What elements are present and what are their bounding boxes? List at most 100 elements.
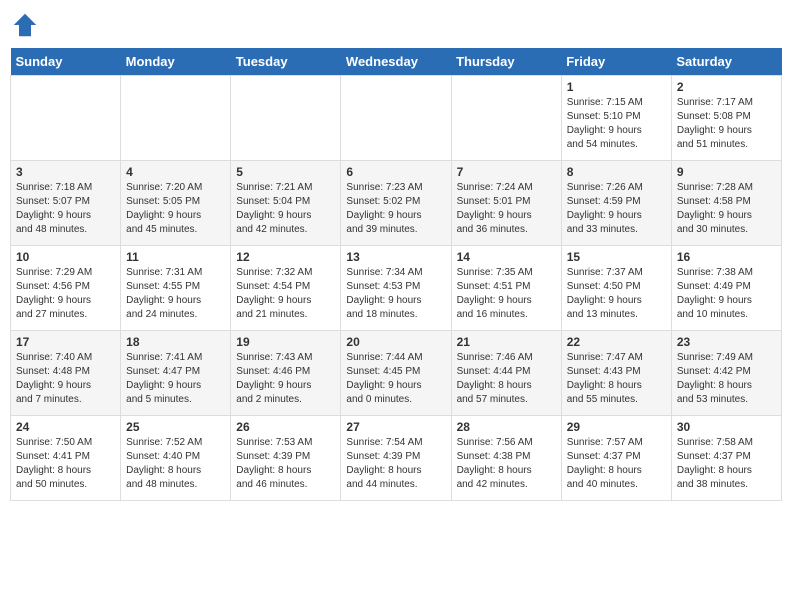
day-number: 9 <box>677 165 776 179</box>
calendar-table: SundayMondayTuesdayWednesdayThursdayFrid… <box>10 48 782 501</box>
day-info: Sunrise: 7:54 AM Sunset: 4:39 PM Dayligh… <box>346 436 445 492</box>
calendar-cell <box>231 76 341 161</box>
calendar-cell: 6 Sunrise: 7:23 AM Sunset: 5:02 PM Daylig… <box>341 161 451 246</box>
day-number: 13 <box>346 250 445 264</box>
day-number: 8 <box>567 165 666 179</box>
day-number: 21 <box>457 335 556 349</box>
column-header-wednesday: Wednesday <box>341 48 451 76</box>
day-info: Sunrise: 7:34 AM Sunset: 4:53 PM Dayligh… <box>346 266 445 322</box>
week-row-4: 17 Sunrise: 7:40 AM Sunset: 4:48 PM Dayli… <box>11 331 782 416</box>
day-info: Sunrise: 7:32 AM Sunset: 4:54 PM Dayligh… <box>236 266 335 322</box>
calendar-cell: 17 Sunrise: 7:40 AM Sunset: 4:48 PM Dayli… <box>11 331 121 416</box>
day-number: 23 <box>677 335 776 349</box>
day-info: Sunrise: 7:31 AM Sunset: 4:55 PM Dayligh… <box>126 266 225 322</box>
calendar-cell: 13 Sunrise: 7:34 AM Sunset: 4:53 PM Dayli… <box>341 246 451 331</box>
day-info: Sunrise: 7:26 AM Sunset: 4:59 PM Dayligh… <box>567 181 666 237</box>
day-number: 2 <box>677 80 776 94</box>
day-number: 11 <box>126 250 225 264</box>
logo <box>10 10 44 40</box>
day-number: 29 <box>567 420 666 434</box>
calendar-cell: 15Sunrise: 7:37 AM Sunset: 4:50 PM Dayli… <box>561 246 671 331</box>
calendar-cell <box>451 76 561 161</box>
calendar-cell: 2 Sunrise: 7:17 AM Sunset: 5:08 PM Daylig… <box>671 76 781 161</box>
day-number: 5 <box>236 165 335 179</box>
calendar-cell: 4 Sunrise: 7:20 AM Sunset: 5:05 PM Daylig… <box>121 161 231 246</box>
calendar-cell: 16 Sunrise: 7:38 AM Sunset: 4:49 PM Dayli… <box>671 246 781 331</box>
day-info: Sunrise: 7:57 AM Sunset: 4:37 PM Dayligh… <box>567 436 666 492</box>
day-info: Sunrise: 7:29 AM Sunset: 4:56 PM Dayligh… <box>16 266 115 322</box>
calendar-cell: 26 Sunrise: 7:53 AM Sunset: 4:39 PM Dayli… <box>231 416 341 501</box>
column-header-tuesday: Tuesday <box>231 48 341 76</box>
day-number: 14 <box>457 250 556 264</box>
day-info: Sunrise: 7:21 AM Sunset: 5:04 PM Dayligh… <box>236 181 335 237</box>
calendar-cell <box>11 76 121 161</box>
column-header-monday: Monday <box>121 48 231 76</box>
day-info: Sunrise: 7:24 AM Sunset: 5:01 PM Dayligh… <box>457 181 556 237</box>
day-number: 27 <box>346 420 445 434</box>
week-row-1: 1Sunrise: 7:15 AM Sunset: 5:10 PM Daylig… <box>11 76 782 161</box>
calendar-cell: 28 Sunrise: 7:56 AM Sunset: 4:38 PM Dayli… <box>451 416 561 501</box>
calendar-cell: 25Sunrise: 7:52 AM Sunset: 4:40 PM Dayli… <box>121 416 231 501</box>
page-header <box>10 10 782 40</box>
day-number: 6 <box>346 165 445 179</box>
day-number: 28 <box>457 420 556 434</box>
day-info: Sunrise: 7:47 AM Sunset: 4:43 PM Dayligh… <box>567 351 666 407</box>
day-info: Sunrise: 7:49 AM Sunset: 4:42 PM Dayligh… <box>677 351 776 407</box>
day-info: Sunrise: 7:46 AM Sunset: 4:44 PM Dayligh… <box>457 351 556 407</box>
day-info: Sunrise: 7:28 AM Sunset: 4:58 PM Dayligh… <box>677 181 776 237</box>
column-header-saturday: Saturday <box>671 48 781 76</box>
day-number: 10 <box>16 250 115 264</box>
calendar-cell: 29 Sunrise: 7:57 AM Sunset: 4:37 PM Dayli… <box>561 416 671 501</box>
day-info: Sunrise: 7:35 AM Sunset: 4:51 PM Dayligh… <box>457 266 556 322</box>
week-row-5: 24 Sunrise: 7:50 AM Sunset: 4:41 PM Dayli… <box>11 416 782 501</box>
calendar-cell: 8 Sunrise: 7:26 AM Sunset: 4:59 PM Daylig… <box>561 161 671 246</box>
day-number: 24 <box>16 420 115 434</box>
day-number: 7 <box>457 165 556 179</box>
logo-icon <box>10 10 40 40</box>
day-number: 30 <box>677 420 776 434</box>
calendar-cell: 3 Sunrise: 7:18 AM Sunset: 5:07 PM Daylig… <box>11 161 121 246</box>
day-number: 17 <box>16 335 115 349</box>
day-info: Sunrise: 7:17 AM Sunset: 5:08 PM Dayligh… <box>677 96 776 152</box>
calendar-cell: 20 Sunrise: 7:44 AM Sunset: 4:45 PM Dayli… <box>341 331 451 416</box>
week-row-3: 10 Sunrise: 7:29 AM Sunset: 4:56 PM Dayli… <box>11 246 782 331</box>
day-info: Sunrise: 7:44 AM Sunset: 4:45 PM Dayligh… <box>346 351 445 407</box>
calendar-cell: 5 Sunrise: 7:21 AM Sunset: 5:04 PM Daylig… <box>231 161 341 246</box>
day-number: 25 <box>126 420 225 434</box>
day-number: 1 <box>567 80 666 94</box>
calendar-cell <box>121 76 231 161</box>
calendar-cell: 21 Sunrise: 7:46 AM Sunset: 4:44 PM Dayli… <box>451 331 561 416</box>
day-info: Sunrise: 7:56 AM Sunset: 4:38 PM Dayligh… <box>457 436 556 492</box>
calendar-cell: 10 Sunrise: 7:29 AM Sunset: 4:56 PM Dayli… <box>11 246 121 331</box>
day-number: 19 <box>236 335 335 349</box>
day-info: Sunrise: 7:43 AM Sunset: 4:46 PM Dayligh… <box>236 351 335 407</box>
day-info: Sunrise: 7:53 AM Sunset: 4:39 PM Dayligh… <box>236 436 335 492</box>
calendar-cell: 19 Sunrise: 7:43 AM Sunset: 4:46 PM Dayli… <box>231 331 341 416</box>
week-row-2: 3 Sunrise: 7:18 AM Sunset: 5:07 PM Daylig… <box>11 161 782 246</box>
day-number: 15 <box>567 250 666 264</box>
day-info: Sunrise: 7:20 AM Sunset: 5:05 PM Dayligh… <box>126 181 225 237</box>
calendar-cell <box>341 76 451 161</box>
day-number: 22 <box>567 335 666 349</box>
day-info: Sunrise: 7:40 AM Sunset: 4:48 PM Dayligh… <box>16 351 115 407</box>
day-info: Sunrise: 7:18 AM Sunset: 5:07 PM Dayligh… <box>16 181 115 237</box>
day-number: 4 <box>126 165 225 179</box>
calendar-cell: 18Sunrise: 7:41 AM Sunset: 4:47 PM Dayli… <box>121 331 231 416</box>
day-number: 26 <box>236 420 335 434</box>
calendar-cell: 30Sunrise: 7:58 AM Sunset: 4:37 PM Dayli… <box>671 416 781 501</box>
day-info: Sunrise: 7:23 AM Sunset: 5:02 PM Dayligh… <box>346 181 445 237</box>
day-number: 20 <box>346 335 445 349</box>
day-info: Sunrise: 7:38 AM Sunset: 4:49 PM Dayligh… <box>677 266 776 322</box>
calendar-cell: 27 Sunrise: 7:54 AM Sunset: 4:39 PM Dayli… <box>341 416 451 501</box>
day-number: 12 <box>236 250 335 264</box>
day-number: 3 <box>16 165 115 179</box>
calendar-cell: 23 Sunrise: 7:49 AM Sunset: 4:42 PM Dayli… <box>671 331 781 416</box>
day-info: Sunrise: 7:50 AM Sunset: 4:41 PM Dayligh… <box>16 436 115 492</box>
column-header-sunday: Sunday <box>11 48 121 76</box>
calendar-cell: 1Sunrise: 7:15 AM Sunset: 5:10 PM Daylig… <box>561 76 671 161</box>
calendar-cell: 7 Sunrise: 7:24 AM Sunset: 5:01 PM Daylig… <box>451 161 561 246</box>
day-number: 16 <box>677 250 776 264</box>
calendar-header-row: SundayMondayTuesdayWednesdayThursdayFrid… <box>11 48 782 76</box>
day-number: 18 <box>126 335 225 349</box>
calendar-cell: 24 Sunrise: 7:50 AM Sunset: 4:41 PM Dayli… <box>11 416 121 501</box>
